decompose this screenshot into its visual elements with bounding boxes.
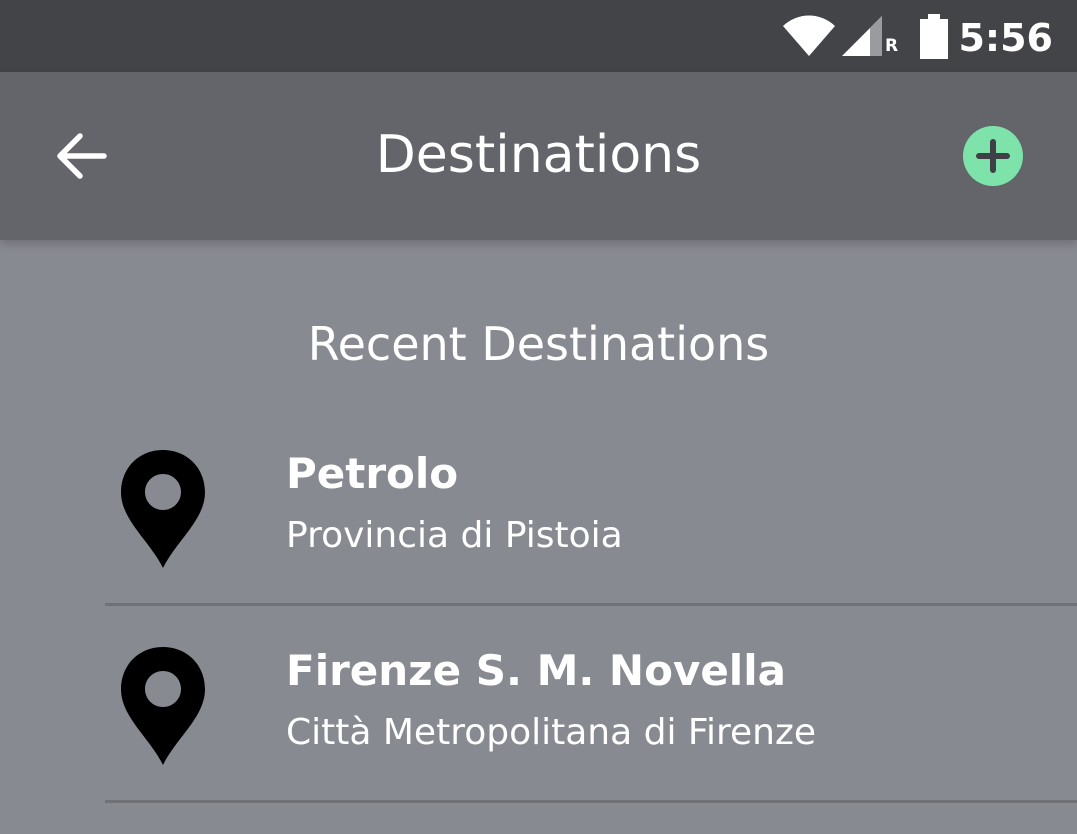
- map-pin-icon: [121, 647, 205, 765]
- app-bar: Destinations: [0, 72, 1077, 240]
- status-time: 5:56: [958, 16, 1053, 60]
- destination-name: Petrolo: [286, 449, 459, 498]
- signal-icon: [842, 16, 882, 56]
- wifi-icon: [783, 15, 835, 56]
- plus-circle-icon: [976, 139, 1010, 173]
- battery-icon: [920, 14, 948, 59]
- destination-region: Città Metropolitana di Firenze: [286, 712, 817, 753]
- section-title: Recent Destinations: [307, 317, 770, 371]
- roaming-indicator: R: [885, 36, 899, 56]
- destination-region: Provincia di Pistoia: [286, 515, 623, 556]
- destination-item-petrolo[interactable]: Petrolo Provincia di Pistoia: [105, 406, 1077, 606]
- add-destination-button[interactable]: [963, 126, 1023, 186]
- destination-item-firenze[interactable]: Firenze S. M. Novella Città Metropolitan…: [105, 603, 1077, 803]
- destination-name: Firenze S. M. Novella: [286, 646, 786, 695]
- page-title: Destinations: [375, 125, 702, 185]
- map-pin-icon: [121, 450, 205, 568]
- status-bar: R 5:56: [0, 0, 1077, 72]
